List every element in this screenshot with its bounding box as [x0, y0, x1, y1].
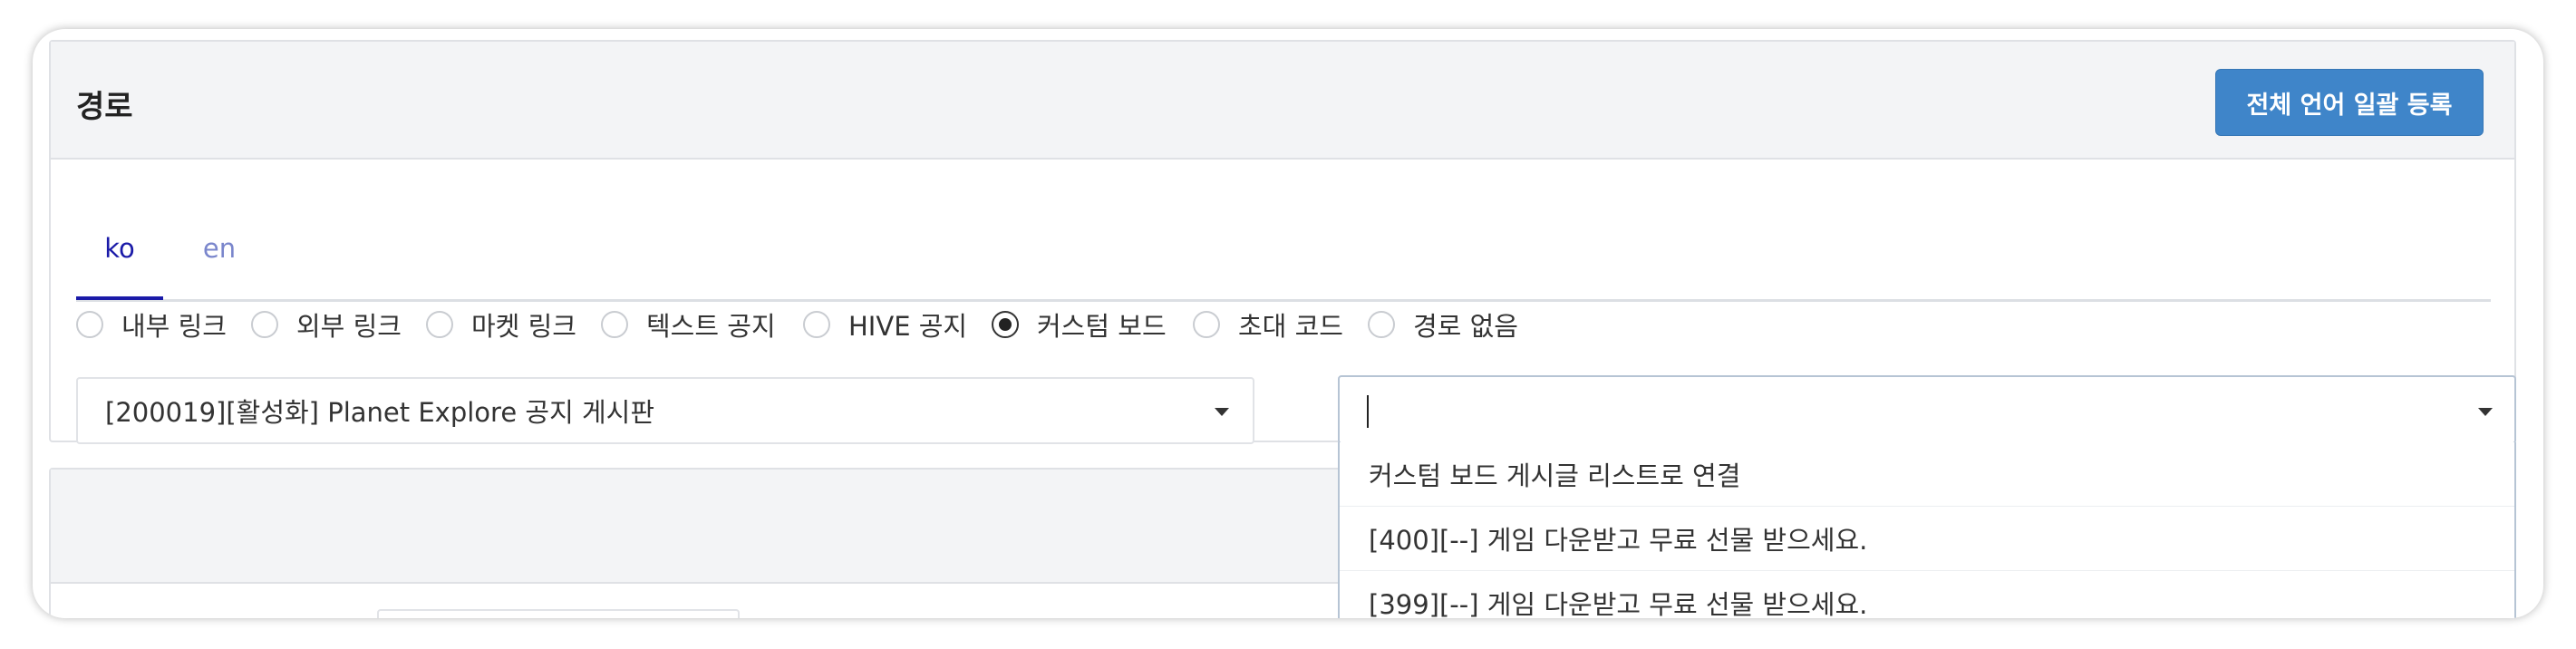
- radio-invite-code[interactable]: 초대 코드: [1193, 301, 1343, 348]
- radio-label: 초대 코드: [1238, 311, 1343, 342]
- radio-circle-checked[interactable]: [992, 311, 1019, 338]
- text-cursor: [1367, 395, 1369, 428]
- radio-circle[interactable]: [1368, 311, 1395, 338]
- route-type-radio-group: 내부 링크 외부 링크 마켓 링크 텍스트 공지 HIVE 공지 커스텀 보드: [76, 301, 2523, 348]
- panel-header: 경로 전체 언어 일괄 등록: [51, 42, 2514, 160]
- chevron-down-icon[interactable]: [2478, 408, 2493, 416]
- radio-hive-notice[interactable]: HIVE 공지: [803, 301, 967, 348]
- radio-circle[interactable]: [803, 311, 830, 338]
- board-select-value: [200019][활성화] Planet Explore 공지 게시판: [105, 397, 655, 428]
- radio-no-route[interactable]: 경로 없음: [1368, 301, 1518, 348]
- chevron-down-icon[interactable]: [1215, 408, 1229, 416]
- radio-label: 내부 링크: [121, 311, 227, 342]
- radio-label: 마켓 링크: [471, 311, 576, 342]
- tab-en[interactable]: en: [192, 199, 247, 297]
- radio-internal-link[interactable]: 내부 링크: [76, 301, 227, 348]
- radio-circle[interactable]: [76, 311, 103, 338]
- radio-circle[interactable]: [1193, 311, 1220, 338]
- radio-market-link[interactable]: 마켓 링크: [426, 301, 576, 348]
- window-frame: 경로 전체 언어 일괄 등록 ko en 내부 링크 외부 링크 마켓 링크 텍…: [33, 29, 2543, 618]
- radio-label: 경로 없음: [1413, 311, 1518, 342]
- radio-text-notice[interactable]: 텍스트 공지: [601, 301, 776, 348]
- language-tabs: ko en: [76, 199, 2491, 302]
- dropdown-option-post-400[interactable]: [400][--] 게임 다운받고 무료 선물 받으세요.: [1340, 506, 2514, 570]
- radio-circle[interactable]: [426, 311, 453, 338]
- radio-label: 외부 링크: [296, 311, 402, 342]
- board-select[interactable]: [200019][활성화] Planet Explore 공지 게시판: [76, 377, 1254, 444]
- radio-label: HIVE 공지: [848, 311, 968, 342]
- tab-ko[interactable]: ko: [76, 199, 163, 300]
- post-select-dropdown: 커스텀 보드 게시글 리스트로 연결 [400][--] 게임 다운받고 무료 …: [1338, 442, 2516, 618]
- radio-circle[interactable]: [601, 311, 628, 338]
- radio-external-link[interactable]: 외부 링크: [251, 301, 402, 348]
- bulk-register-all-languages-button[interactable]: 전체 언어 일괄 등록: [2215, 69, 2484, 136]
- dropdown-option-board-list[interactable]: 커스텀 보드 게시글 리스트로 연결: [1340, 442, 2514, 506]
- radio-label: 커스텀 보드: [1037, 311, 1167, 342]
- post-select[interactable]: [1338, 375, 2516, 444]
- dropdown-option-post-399[interactable]: [399][--] 게임 다운받고 무료 선물 받으세요.: [1340, 570, 2514, 618]
- radio-label: 텍스트 공지: [646, 311, 776, 342]
- secondary-panel-field[interactable]: [377, 609, 740, 618]
- panel-title: 경로: [76, 89, 133, 125]
- radio-custom-board[interactable]: 커스텀 보드: [992, 301, 1167, 348]
- radio-circle[interactable]: [251, 311, 278, 338]
